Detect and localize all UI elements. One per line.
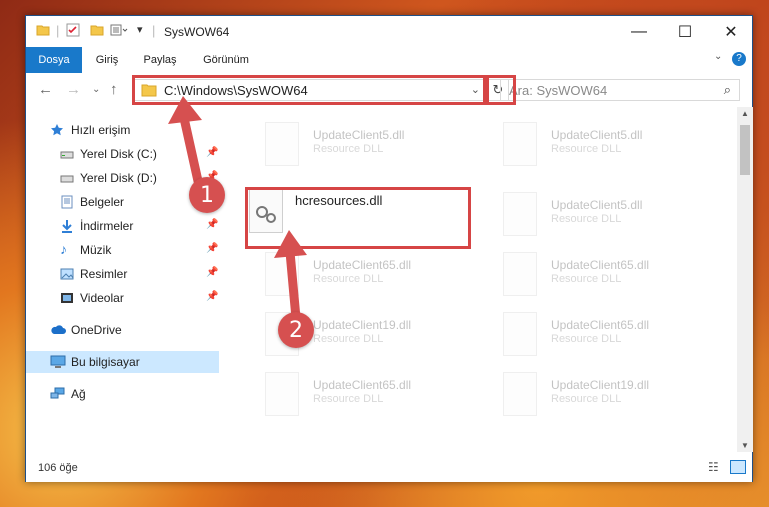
step-badge-1: 1 <box>189 177 225 213</box>
step-badge-2: 2 <box>278 312 314 348</box>
annotation-arrows <box>168 96 307 323</box>
